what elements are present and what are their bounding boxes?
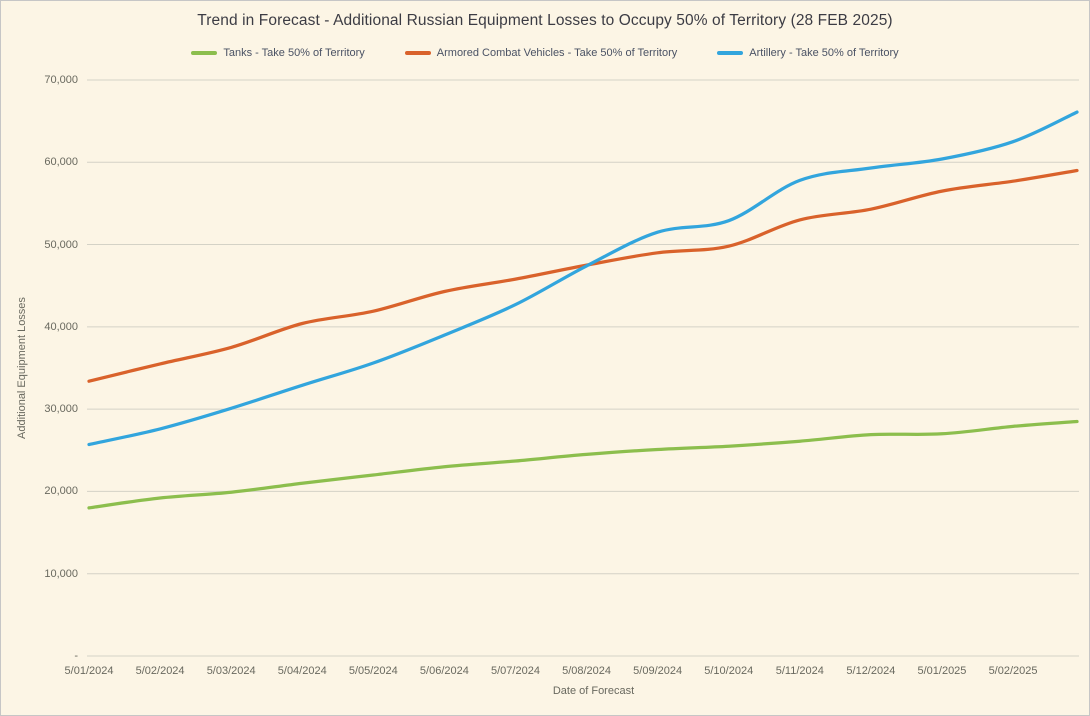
- x-tick-label: 5/01/2024: [65, 665, 114, 677]
- y-tick-label: 60,000: [16, 156, 78, 168]
- series-line: [89, 422, 1077, 508]
- x-axis-title: Date of Forecast: [101, 685, 1086, 697]
- y-tick-label: 10,000: [16, 568, 78, 580]
- y-tick-label: -: [16, 650, 78, 662]
- x-tick-label: 5/07/2024: [491, 665, 540, 677]
- x-tick-label: 5/11/2024: [776, 665, 824, 677]
- x-tick-label: 5/02/2024: [136, 665, 185, 677]
- x-tick-label: 5/12/2024: [846, 665, 895, 677]
- x-tick-label: 5/02/2025: [989, 665, 1038, 677]
- forecast-line-chart: Trend in Forecast - Additional Russian E…: [0, 0, 1090, 716]
- x-tick-label: 5/01/2025: [917, 665, 966, 677]
- y-tick-label: 40,000: [16, 321, 78, 333]
- x-tick-label: 5/03/2024: [207, 665, 256, 677]
- y-tick-label: 20,000: [16, 485, 78, 497]
- y-tick-label: 50,000: [16, 239, 78, 251]
- x-tick-label: 5/08/2024: [562, 665, 611, 677]
- y-tick-label: 30,000: [16, 403, 78, 415]
- plot-area: [1, 1, 1089, 715]
- series-line: [89, 171, 1077, 382]
- x-tick-label: 5/09/2024: [633, 665, 682, 677]
- x-tick-label: 5/04/2024: [278, 665, 327, 677]
- x-tick-label: 5/10/2024: [704, 665, 753, 677]
- x-tick-label: 5/05/2024: [349, 665, 398, 677]
- y-tick-label: 70,000: [16, 74, 78, 86]
- x-tick-label: 5/06/2024: [420, 665, 469, 677]
